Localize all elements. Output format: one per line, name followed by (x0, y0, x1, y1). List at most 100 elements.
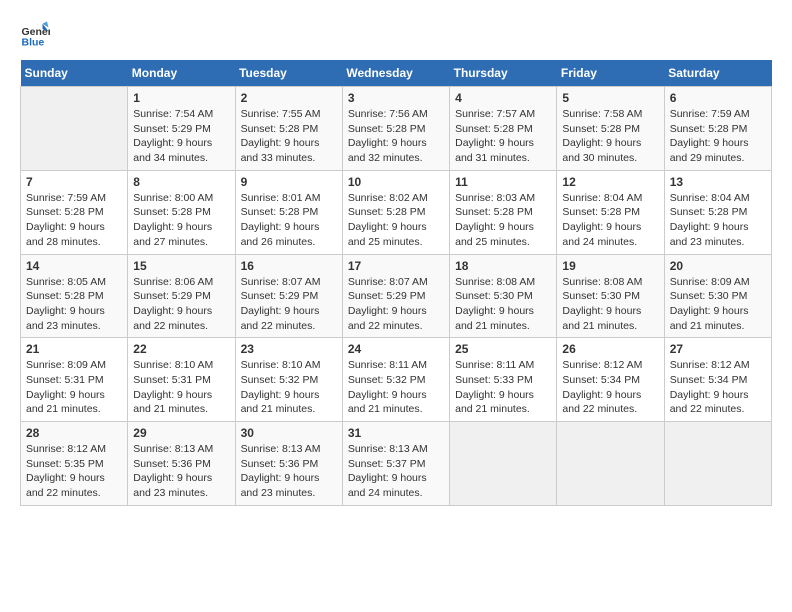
calendar-cell: 24 Sunrise: 8:11 AM Sunset: 5:32 PM Dayli… (342, 338, 449, 422)
day-info: Sunrise: 7:57 AM Sunset: 5:28 PM Dayligh… (455, 107, 551, 166)
day-info: Sunrise: 8:10 AM Sunset: 5:31 PM Dayligh… (133, 358, 229, 417)
day-number: 21 (26, 342, 122, 356)
calendar-cell (450, 422, 557, 506)
day-info: Sunrise: 8:08 AM Sunset: 5:30 PM Dayligh… (455, 275, 551, 334)
day-number: 24 (348, 342, 444, 356)
day-number: 12 (562, 175, 658, 189)
weekday-header-thursday: Thursday (450, 60, 557, 87)
day-info: Sunrise: 8:13 AM Sunset: 5:36 PM Dayligh… (241, 442, 337, 501)
day-info: Sunrise: 8:11 AM Sunset: 5:33 PM Dayligh… (455, 358, 551, 417)
day-number: 15 (133, 259, 229, 273)
day-number: 1 (133, 91, 229, 105)
calendar-cell: 26Sunrise: 8:12 AM Sunset: 5:34 PM Dayli… (557, 338, 664, 422)
calendar-cell: 4 Sunrise: 7:57 AM Sunset: 5:28 PM Daylig… (450, 87, 557, 171)
calendar-cell: 23 Sunrise: 8:10 AM Sunset: 5:32 PM Dayli… (235, 338, 342, 422)
day-number: 16 (241, 259, 337, 273)
day-number: 27 (670, 342, 766, 356)
calendar-cell: 30 Sunrise: 8:13 AM Sunset: 5:36 PM Dayli… (235, 422, 342, 506)
day-number: 29 (133, 426, 229, 440)
calendar-cell: 19 Sunrise: 8:08 AM Sunset: 5:30 PM Dayli… (557, 254, 664, 338)
calendar-cell: 27 Sunrise: 8:12 AM Sunset: 5:34 PM Dayli… (664, 338, 771, 422)
calendar-header-row: SundayMondayTuesdayWednesdayThursdayFrid… (21, 60, 772, 87)
svg-text:Blue: Blue (22, 37, 45, 49)
day-number: 5 (562, 91, 658, 105)
day-info: Sunrise: 7:58 AM Sunset: 5:28 PM Dayligh… (562, 107, 658, 166)
day-number: 8 (133, 175, 229, 189)
day-info: Sunrise: 8:12 AM Sunset: 5:34 PM Dayligh… (670, 358, 766, 417)
weekday-header-friday: Friday (557, 60, 664, 87)
day-number: 4 (455, 91, 551, 105)
calendar-cell: 1 Sunrise: 7:54 AM Sunset: 5:29 PM Daylig… (128, 87, 235, 171)
day-number: 2 (241, 91, 337, 105)
day-number: 18 (455, 259, 551, 273)
day-number: 22 (133, 342, 229, 356)
day-info: Sunrise: 7:54 AM Sunset: 5:29 PM Dayligh… (133, 107, 229, 166)
day-number: 31 (348, 426, 444, 440)
weekday-header-tuesday: Tuesday (235, 60, 342, 87)
day-info: Sunrise: 7:59 AM Sunset: 5:28 PM Dayligh… (670, 107, 766, 166)
day-number: 3 (348, 91, 444, 105)
calendar-cell: 15Sunrise: 8:06 AM Sunset: 5:29 PM Dayli… (128, 254, 235, 338)
calendar-cell: 20 Sunrise: 8:09 AM Sunset: 5:30 PM Dayli… (664, 254, 771, 338)
day-number: 7 (26, 175, 122, 189)
calendar-cell: 22 Sunrise: 8:10 AM Sunset: 5:31 PM Dayli… (128, 338, 235, 422)
day-info: Sunrise: 8:03 AM Sunset: 5:28 PM Dayligh… (455, 191, 551, 250)
day-info: Sunrise: 8:07 AM Sunset: 5:29 PM Dayligh… (348, 275, 444, 334)
calendar-cell: 14Sunrise: 8:05 AM Sunset: 5:28 PM Dayli… (21, 254, 128, 338)
calendar-cell: 28 Sunrise: 8:12 AM Sunset: 5:35 PM Dayli… (21, 422, 128, 506)
calendar-cell: 11 Sunrise: 8:03 AM Sunset: 5:28 PM Dayli… (450, 170, 557, 254)
calendar-cell: 6 Sunrise: 7:59 AM Sunset: 5:28 PM Daylig… (664, 87, 771, 171)
calendar-cell: 5 Sunrise: 7:58 AM Sunset: 5:28 PM Daylig… (557, 87, 664, 171)
calendar-cell (21, 87, 128, 171)
weekday-header-sunday: Sunday (21, 60, 128, 87)
calendar-cell: 8Sunrise: 8:00 AM Sunset: 5:28 PM Daylig… (128, 170, 235, 254)
calendar-cell: 25 Sunrise: 8:11 AM Sunset: 5:33 PM Dayli… (450, 338, 557, 422)
calendar-cell (664, 422, 771, 506)
calendar-table: SundayMondayTuesdayWednesdayThursdayFrid… (20, 60, 772, 506)
day-number: 23 (241, 342, 337, 356)
day-number: 6 (670, 91, 766, 105)
calendar-week-row: 28 Sunrise: 8:12 AM Sunset: 5:35 PM Dayli… (21, 422, 772, 506)
calendar-cell: 16Sunrise: 8:07 AM Sunset: 5:29 PM Dayli… (235, 254, 342, 338)
weekday-header-monday: Monday (128, 60, 235, 87)
day-info: Sunrise: 8:02 AM Sunset: 5:28 PM Dayligh… (348, 191, 444, 250)
day-info: Sunrise: 7:56 AM Sunset: 5:28 PM Dayligh… (348, 107, 444, 166)
day-info: Sunrise: 8:04 AM Sunset: 5:28 PM Dayligh… (562, 191, 658, 250)
calendar-cell: 13 Sunrise: 8:04 AM Sunset: 5:28 PM Dayli… (664, 170, 771, 254)
day-info: Sunrise: 8:04 AM Sunset: 5:28 PM Dayligh… (670, 191, 766, 250)
day-info: Sunrise: 8:05 AM Sunset: 5:28 PM Dayligh… (26, 275, 122, 334)
day-info: Sunrise: 8:09 AM Sunset: 5:30 PM Dayligh… (670, 275, 766, 334)
calendar-cell: 12 Sunrise: 8:04 AM Sunset: 5:28 PM Dayli… (557, 170, 664, 254)
calendar-cell: 18 Sunrise: 8:08 AM Sunset: 5:30 PM Dayli… (450, 254, 557, 338)
day-info: Sunrise: 8:11 AM Sunset: 5:32 PM Dayligh… (348, 358, 444, 417)
weekday-header-wednesday: Wednesday (342, 60, 449, 87)
calendar-week-row: 21Sunrise: 8:09 AM Sunset: 5:31 PM Dayli… (21, 338, 772, 422)
day-number: 11 (455, 175, 551, 189)
day-info: Sunrise: 8:01 AM Sunset: 5:28 PM Dayligh… (241, 191, 337, 250)
day-info: Sunrise: 8:13 AM Sunset: 5:36 PM Dayligh… (133, 442, 229, 501)
day-number: 19 (562, 259, 658, 273)
weekday-header-saturday: Saturday (664, 60, 771, 87)
day-info: Sunrise: 8:12 AM Sunset: 5:35 PM Dayligh… (26, 442, 122, 501)
day-info: Sunrise: 8:10 AM Sunset: 5:32 PM Dayligh… (241, 358, 337, 417)
calendar-cell: 29 Sunrise: 8:13 AM Sunset: 5:36 PM Dayli… (128, 422, 235, 506)
day-number: 28 (26, 426, 122, 440)
calendar-cell: 3 Sunrise: 7:56 AM Sunset: 5:28 PM Daylig… (342, 87, 449, 171)
day-number: 13 (670, 175, 766, 189)
day-info: Sunrise: 8:13 AM Sunset: 5:37 PM Dayligh… (348, 442, 444, 501)
calendar-cell: 9Sunrise: 8:01 AM Sunset: 5:28 PM Daylig… (235, 170, 342, 254)
calendar-cell (557, 422, 664, 506)
day-info: Sunrise: 7:55 AM Sunset: 5:28 PM Dayligh… (241, 107, 337, 166)
day-number: 20 (670, 259, 766, 273)
day-number: 25 (455, 342, 551, 356)
day-number: 10 (348, 175, 444, 189)
day-number: 17 (348, 259, 444, 273)
day-info: Sunrise: 8:08 AM Sunset: 5:30 PM Dayligh… (562, 275, 658, 334)
calendar-cell: 2 Sunrise: 7:55 AM Sunset: 5:28 PM Daylig… (235, 87, 342, 171)
calendar-cell: 31 Sunrise: 8:13 AM Sunset: 5:37 PM Dayli… (342, 422, 449, 506)
calendar-cell: 10 Sunrise: 8:02 AM Sunset: 5:28 PM Dayli… (342, 170, 449, 254)
day-number: 26 (562, 342, 658, 356)
calendar-week-row: 1 Sunrise: 7:54 AM Sunset: 5:29 PM Daylig… (21, 87, 772, 171)
day-number: 30 (241, 426, 337, 440)
day-info: Sunrise: 7:59 AM Sunset: 5:28 PM Dayligh… (26, 191, 122, 250)
